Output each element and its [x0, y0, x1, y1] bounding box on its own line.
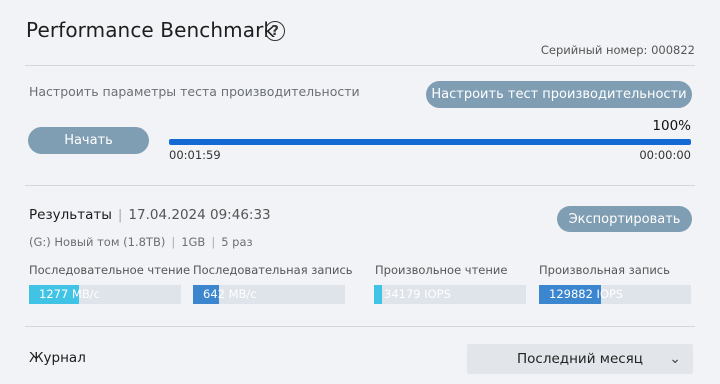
metric-value: 34179 IOPS	[384, 287, 451, 301]
separator: |	[171, 235, 176, 249]
journal-title: Журнал	[29, 350, 86, 366]
divider	[25, 185, 695, 186]
metric-value: 1277 MB/с	[39, 287, 100, 301]
results-info: (G:) Новый том (1.8TB) | 1GB | 5 раз	[29, 235, 253, 249]
config-description: Настроить параметры теста производительн…	[29, 84, 360, 99]
metric-bar: 642 MB/с	[193, 285, 345, 304]
drive-label: (G:) Новый том (1.8TB)	[29, 235, 166, 249]
export-button[interactable]: Экспортировать	[557, 206, 692, 232]
test-size: 1GB	[181, 235, 206, 249]
metric-bar: 129882 IOPS	[539, 285, 691, 304]
metric-fill	[374, 285, 382, 304]
metric-label: Произвольное чтение	[375, 263, 508, 277]
remaining-time: 00:00:00	[639, 148, 691, 162]
configure-test-button[interactable]: Настроить тест производительности	[426, 81, 692, 108]
metric-value: 642 MB/с	[203, 287, 257, 301]
divider	[25, 65, 695, 66]
test-runs: 5 раз	[221, 235, 253, 249]
results-header: Результаты | 17.04.2024 09:46:33	[29, 207, 271, 223]
progress-percent: 100%	[652, 118, 691, 134]
separator: |	[211, 235, 216, 249]
metric-bar: 1277 MB/с	[29, 285, 181, 304]
period-selected: Последний месяц	[517, 351, 643, 367]
chevron-down-icon: ⌄	[669, 351, 681, 367]
start-button[interactable]: Начать	[28, 127, 149, 154]
divider	[25, 326, 695, 327]
metric-label: Последовательная запись	[193, 263, 353, 277]
metric-label: Последовательное чтение	[29, 263, 191, 277]
elapsed-time: 00:01:59	[169, 148, 221, 162]
progress-bar	[169, 139, 691, 145]
results-title: Результаты	[29, 207, 112, 223]
period-select[interactable]: Последний месяц ⌄	[467, 344, 693, 374]
separator: |	[117, 207, 123, 223]
results-date: 17.04.2024 09:46:33	[128, 207, 271, 223]
metric-label: Произвольная запись	[539, 263, 670, 277]
serial-number: Серийный номер: 000822	[540, 43, 695, 57]
metric-bar: 34179 IOPS	[374, 285, 526, 304]
progress-fill	[169, 139, 691, 145]
question-circle-icon[interactable]: ?	[265, 21, 285, 41]
metric-value: 129882 IOPS	[549, 287, 624, 301]
page-title: Performance Benchmark	[26, 18, 276, 42]
